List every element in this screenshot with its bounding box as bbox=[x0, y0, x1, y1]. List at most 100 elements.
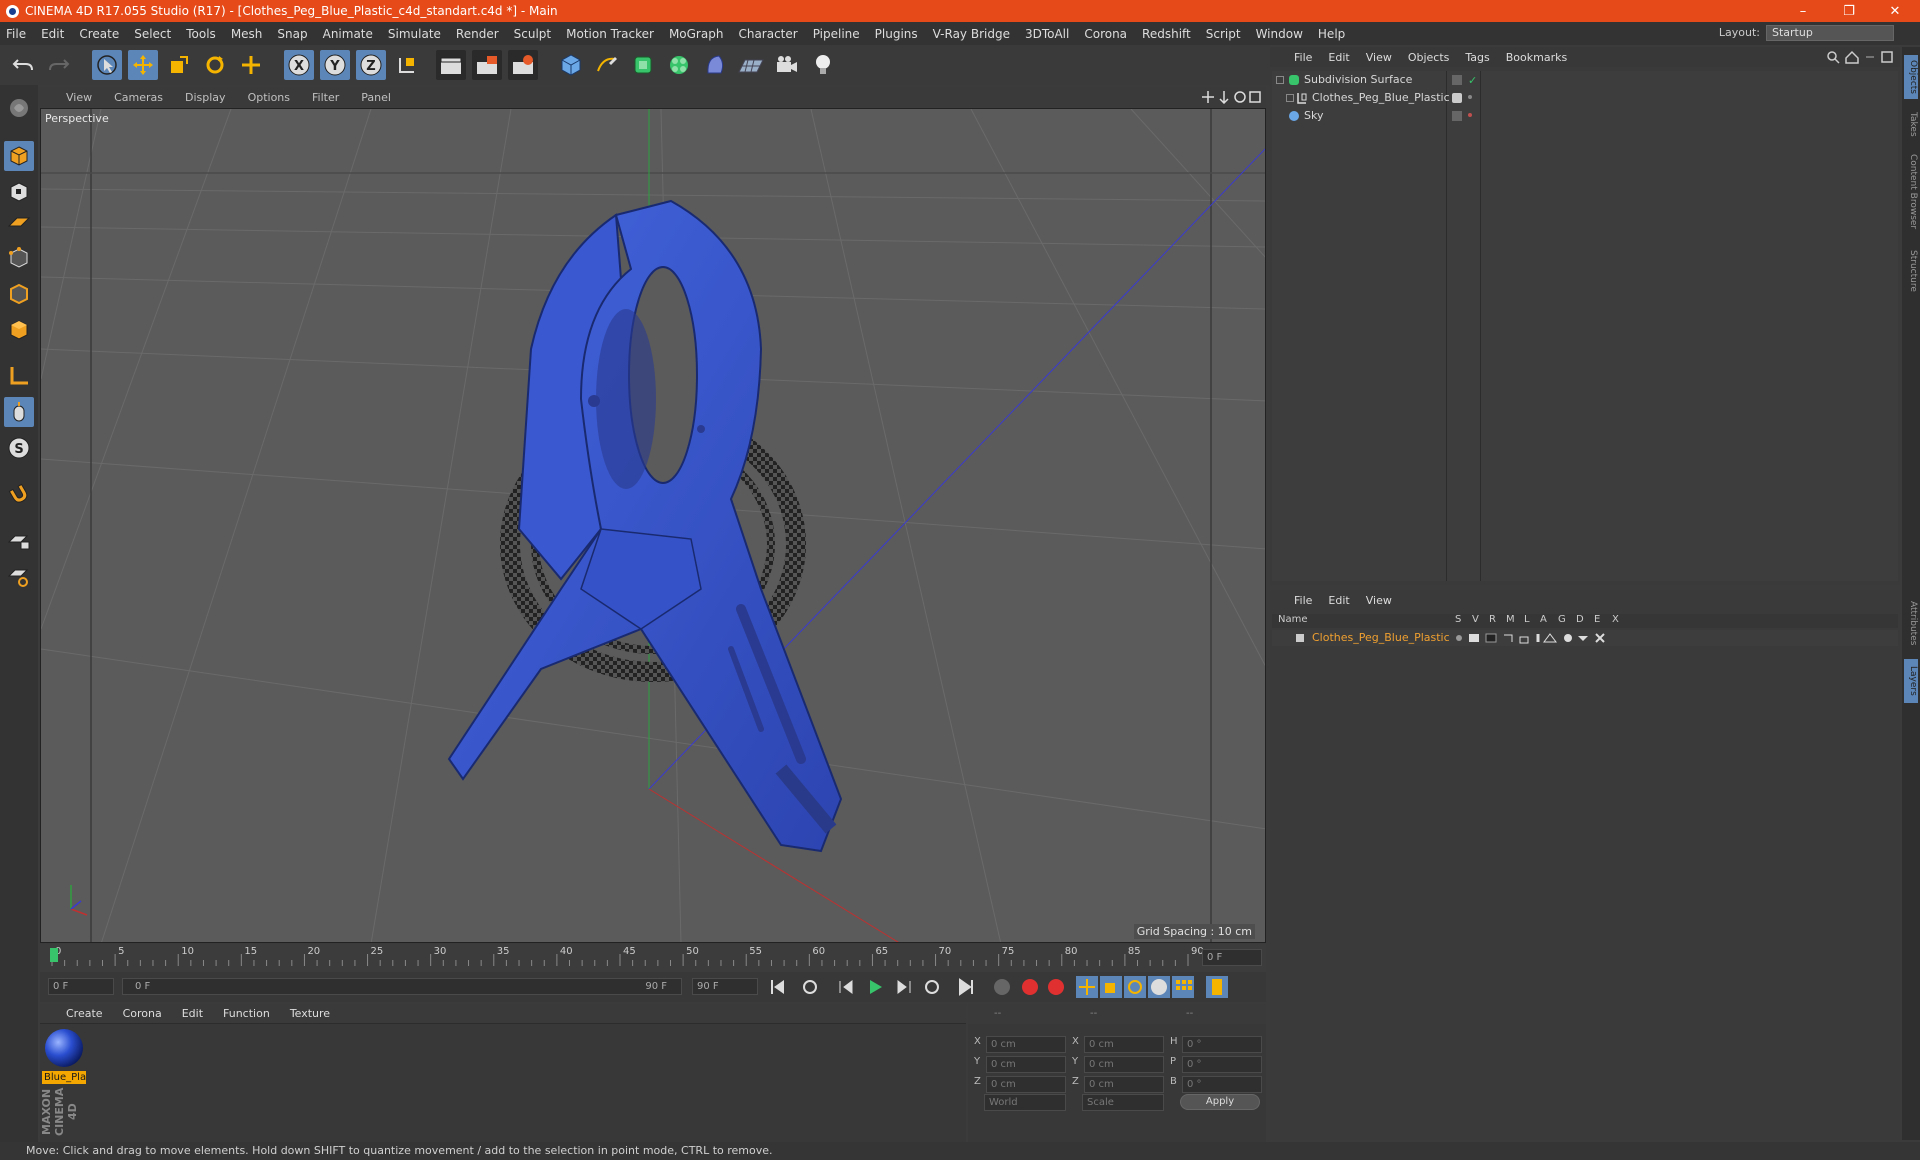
tab-takes[interactable]: Takes bbox=[1904, 107, 1918, 141]
add-camera-button[interactable] bbox=[772, 50, 802, 80]
menu-redshift[interactable]: Redshift bbox=[1142, 27, 1191, 41]
size-mode-select[interactable]: Scale bbox=[1082, 1094, 1164, 1111]
snap-button[interactable]: S bbox=[4, 433, 34, 463]
obj-menu-file[interactable]: File bbox=[1294, 51, 1312, 64]
viewport-menu-filter[interactable]: Filter bbox=[312, 91, 339, 104]
apply-button[interactable]: Apply bbox=[1180, 1094, 1260, 1110]
timeline-ruler[interactable]: 0 5 10 15 20 25 30 35 40 45 50 55 60 65 70 75 80 85 90 0 F bbox=[40, 944, 1266, 972]
recent-tool-button[interactable] bbox=[236, 50, 266, 80]
move-tool-button[interactable] bbox=[128, 50, 158, 80]
layer-color-tag[interactable] bbox=[1452, 93, 1462, 103]
current-frame-field[interactable]: 0 F bbox=[1202, 949, 1262, 966]
enabled-check-icon[interactable]: ✓ bbox=[1468, 72, 1477, 90]
rot-b-field[interactable]: 0 ° bbox=[1182, 1076, 1262, 1093]
size-x-field[interactable]: 0 cm bbox=[1084, 1036, 1164, 1053]
workplane-mode-button[interactable] bbox=[4, 207, 34, 237]
lock-workplane-button[interactable] bbox=[4, 525, 34, 555]
redo-button[interactable] bbox=[44, 50, 74, 80]
menu-vray-bridge[interactable]: V-Ray Bridge bbox=[933, 27, 1010, 41]
planar-workplane-button[interactable] bbox=[4, 561, 34, 591]
z-axis-lock-button[interactable]: Z bbox=[356, 50, 386, 80]
menu-animate[interactable]: Animate bbox=[323, 27, 373, 41]
viewport-menu-display[interactable]: Display bbox=[185, 91, 226, 104]
layer-row[interactable]: Clothes_Peg_Blue_Plastic bbox=[1272, 630, 1898, 646]
model-mode-button[interactable] bbox=[4, 141, 34, 171]
perspective-viewport[interactable]: Perspective Grid Spacing : 10 cm bbox=[40, 108, 1266, 943]
expand-toggle-icon[interactable] bbox=[1286, 94, 1294, 102]
viewport-menu-panel[interactable]: Panel bbox=[361, 91, 391, 104]
size-y-field[interactable]: 0 cm bbox=[1084, 1056, 1164, 1073]
add-spline-button[interactable] bbox=[592, 50, 622, 80]
live-selection-button[interactable] bbox=[92, 50, 122, 80]
obj-menu-edit[interactable]: Edit bbox=[1328, 51, 1349, 64]
rotate-tool-button[interactable] bbox=[200, 50, 230, 80]
menu-create[interactable]: Create bbox=[79, 27, 119, 41]
obj-menu-view[interactable]: View bbox=[1366, 51, 1392, 64]
undo-button[interactable] bbox=[8, 50, 38, 80]
viewport-menu-cameras[interactable]: Cameras bbox=[114, 91, 163, 104]
material-menu-texture[interactable]: Texture bbox=[290, 1007, 330, 1020]
menu-motion-tracker[interactable]: Motion Tracker bbox=[566, 27, 654, 41]
minimize-button[interactable]: – bbox=[1780, 0, 1826, 22]
obj-menu-bookmarks[interactable]: Bookmarks bbox=[1506, 51, 1567, 64]
layer-menu-file[interactable]: File bbox=[1294, 594, 1312, 607]
menu-edit[interactable]: Edit bbox=[41, 27, 64, 41]
menu-character[interactable]: Character bbox=[738, 27, 797, 41]
make-editable-button[interactable] bbox=[4, 93, 34, 123]
menu-window[interactable]: Window bbox=[1256, 27, 1303, 41]
tweak-mode-button[interactable] bbox=[4, 397, 34, 427]
visibility-toggle[interactable] bbox=[1452, 111, 1462, 121]
tab-attributes[interactable]: Attributes bbox=[1904, 591, 1918, 655]
pos-z-field[interactable]: 0 cm bbox=[986, 1076, 1066, 1093]
layer-flag-icons[interactable] bbox=[1454, 632, 1634, 644]
viewport-menu-view[interactable]: View bbox=[66, 91, 92, 104]
material-swatch[interactable]: Blue_Pla bbox=[42, 1028, 86, 1084]
menu-help[interactable]: Help bbox=[1318, 27, 1345, 41]
layer-menu-edit[interactable]: Edit bbox=[1328, 594, 1349, 607]
menu-tools[interactable]: Tools bbox=[186, 27, 216, 41]
tab-layers[interactable]: Layers bbox=[1904, 659, 1918, 703]
rot-p-field[interactable]: 0 ° bbox=[1182, 1056, 1262, 1073]
add-mograph-button[interactable] bbox=[664, 50, 694, 80]
render-settings-button[interactable] bbox=[508, 50, 538, 80]
layer-menu-view[interactable]: View bbox=[1366, 594, 1392, 607]
menu-file[interactable]: File bbox=[6, 27, 26, 41]
tab-content-browser[interactable]: Content Browser bbox=[1904, 147, 1918, 237]
pos-x-field[interactable]: 0 cm bbox=[986, 1036, 1066, 1053]
transport-buttons[interactable] bbox=[766, 974, 1266, 1000]
add-cube-button[interactable] bbox=[556, 50, 586, 80]
add-deformer-button[interactable] bbox=[700, 50, 730, 80]
y-axis-lock-button[interactable]: Y bbox=[320, 50, 350, 80]
visibility-dot[interactable] bbox=[1468, 95, 1472, 99]
pos-y-field[interactable]: 0 cm bbox=[986, 1056, 1066, 1073]
menu-simulate[interactable]: Simulate bbox=[388, 27, 441, 41]
menu-script[interactable]: Script bbox=[1206, 27, 1241, 41]
playhead-marker[interactable] bbox=[50, 948, 58, 962]
menu-pipeline[interactable]: Pipeline bbox=[813, 27, 860, 41]
menu-select[interactable]: Select bbox=[134, 27, 171, 41]
add-generator-button[interactable] bbox=[628, 50, 658, 80]
render-view-button[interactable] bbox=[436, 50, 466, 80]
coord-system-select[interactable]: World bbox=[984, 1094, 1066, 1111]
tab-structure[interactable]: Structure bbox=[1904, 243, 1918, 299]
add-light-button[interactable] bbox=[808, 50, 838, 80]
material-menu-function[interactable]: Function bbox=[223, 1007, 270, 1020]
object-manager-tools[interactable] bbox=[1826, 50, 1896, 64]
render-picture-viewer-button[interactable] bbox=[472, 50, 502, 80]
preview-range-slider[interactable]: 0 F 90 F bbox=[122, 978, 682, 995]
polygons-mode-button[interactable] bbox=[4, 315, 34, 345]
material-menu-edit[interactable]: Edit bbox=[182, 1007, 203, 1020]
menu-snap[interactable]: Snap bbox=[277, 27, 307, 41]
menu-plugins[interactable]: Plugins bbox=[875, 27, 918, 41]
obj-menu-tags[interactable]: Tags bbox=[1465, 51, 1489, 64]
menu-sculpt[interactable]: Sculpt bbox=[514, 27, 551, 41]
object-row-subdivision[interactable]: Subdivision Surface ✓ bbox=[1272, 71, 1898, 89]
visibility-dot[interactable] bbox=[1468, 113, 1472, 117]
maximize-button[interactable]: ❐ bbox=[1826, 0, 1872, 22]
layer-color-swatch[interactable] bbox=[1296, 634, 1304, 642]
add-floor-button[interactable] bbox=[736, 50, 766, 80]
size-z-field[interactable]: 0 cm bbox=[1084, 1076, 1164, 1093]
end-frame-field[interactable]: 90 F bbox=[692, 978, 758, 995]
collapse-toggle-icon[interactable] bbox=[1276, 76, 1284, 84]
menu-3dtoall[interactable]: 3DToAll bbox=[1025, 27, 1069, 41]
